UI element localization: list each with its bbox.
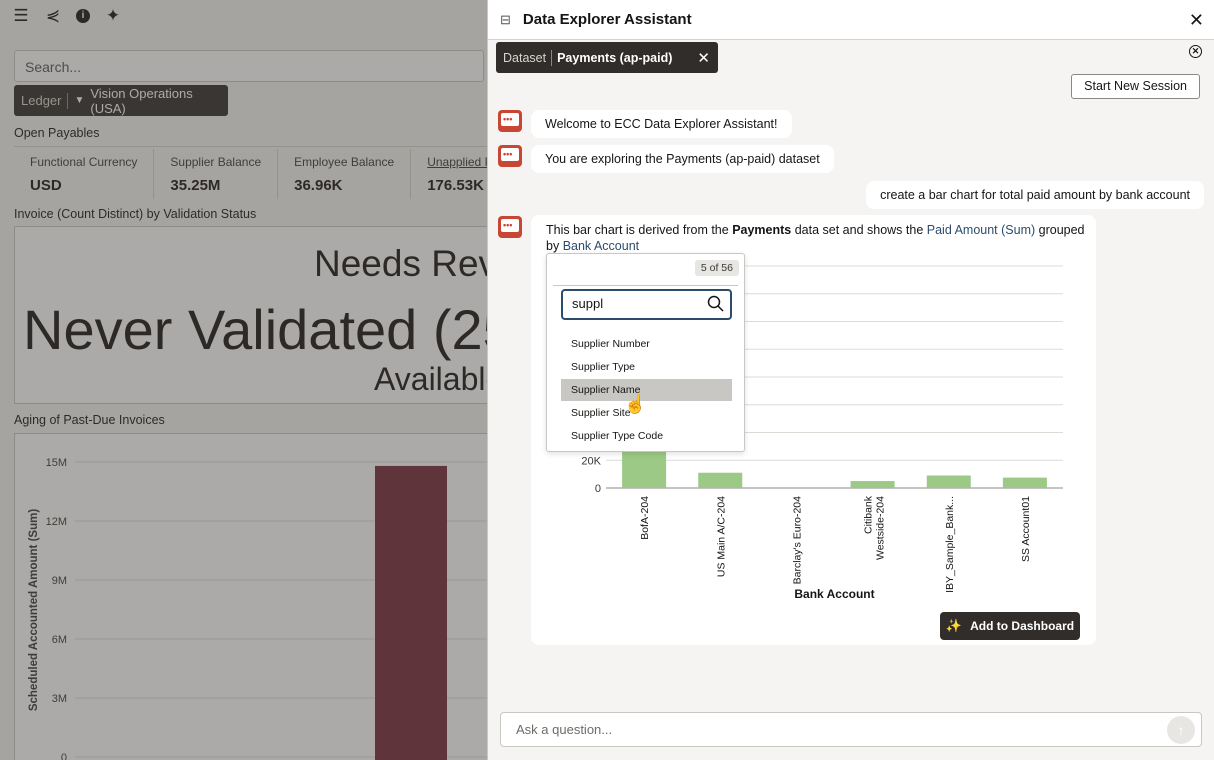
x-tick-label: Barclay's Euro-204 [791, 496, 803, 585]
bar [698, 472, 743, 488]
column-search-input[interactable]: suppl [561, 289, 732, 320]
user-message: create a bar chart for total paid amount… [866, 181, 1204, 209]
search-icon[interactable] [707, 295, 724, 312]
assistant-avatar-icon [498, 110, 522, 132]
dropdown-option-selected[interactable]: Supplier Name [561, 379, 732, 401]
x-axis-title: Bank Account [794, 587, 874, 601]
assistant-avatar-icon [498, 145, 522, 167]
start-new-session-button[interactable]: Start New Session [1071, 74, 1200, 99]
column-search-value: suppl [572, 296, 604, 311]
assistant-chart-message: This bar chart is derived from the Payme… [531, 215, 1096, 645]
assistant-message-dataset: You are exploring the Payments (ap-paid)… [531, 145, 834, 173]
match-count-badge: 5 of 56 [694, 260, 739, 276]
ask-question-input[interactable]: Ask a question... ↑ [500, 712, 1202, 747]
dataset-chip-label: Dataset [503, 50, 547, 65]
close-icon[interactable]: ✕ [1189, 10, 1204, 31]
sparkle-icon: ✨ [945, 618, 963, 633]
x-tick-label: US Main A/C-204 [715, 496, 727, 577]
dataset-chip-divider [551, 49, 553, 66]
remove-dataset-icon[interactable]: ✕ [697, 49, 710, 67]
x-tick-label: BofA-204 [639, 496, 651, 540]
add-to-dashboard-button[interactable]: ✨ Add to Dashboard [940, 612, 1080, 640]
dropdown-option[interactable]: Supplier Type Code [561, 425, 732, 447]
assistant-panel: ⊟ Data Explorer Assistant ✕ Dataset Paym… [487, 0, 1214, 760]
ask-placeholder: Ask a question... [516, 722, 613, 737]
dropdown-option[interactable]: Supplier Number [561, 333, 732, 355]
x-tick-label-line: Citibank [863, 495, 875, 534]
dropdown-divider [553, 285, 738, 286]
send-icon[interactable]: ↑ [1167, 716, 1195, 744]
assistant-avatar-icon [498, 216, 522, 238]
x-tick-label: SS Account01 [1020, 496, 1032, 562]
dropdown-option[interactable]: Supplier Site [561, 402, 732, 424]
assistant-title: Data Explorer Assistant [522, 11, 692, 28]
add-to-dashboard-label: Add to Dashboard [970, 619, 1075, 633]
dashboard-background: ☰ ⋞ i ✦ Search... Ledger ▼ Vision Operat… [0, 0, 487, 760]
x-tick-label-line: Westside-204 [875, 496, 887, 560]
y-tick-label: 20K [581, 455, 601, 467]
bar [622, 451, 667, 488]
hand-cursor-icon: ☝ [624, 394, 647, 414]
dataset-chip-value: Payments (ap-paid) [557, 50, 673, 65]
modal-dim-overlay [0, 0, 487, 760]
dataset-chip: Dataset Payments (ap-paid) ✕ [496, 42, 718, 73]
bar [1002, 477, 1047, 488]
assistant-header: ⊟ Data Explorer Assistant ✕ [488, 0, 1214, 40]
x-tick-label: IBY_Sample_Bank... [944, 496, 956, 593]
bar [926, 475, 971, 488]
x-tick-label: CitibankWestside-204 [863, 495, 887, 560]
clear-circle-icon[interactable]: ✕ [1189, 45, 1202, 58]
assistant-message-welcome: Welcome to ECC Data Explorer Assistant! [531, 110, 792, 138]
dropdown-option[interactable]: Supplier Type [561, 356, 732, 378]
bar [850, 481, 895, 488]
y-tick-label: 0 [595, 483, 601, 495]
panel-toggle-icon[interactable]: ⊟ [500, 12, 511, 28]
column-picker-dropdown: 5 of 56 suppl Supplier Number Supplier T… [546, 253, 745, 452]
